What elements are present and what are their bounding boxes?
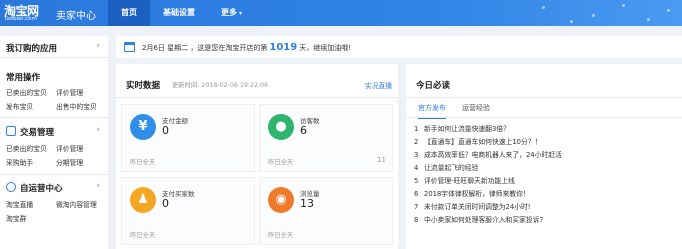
nav-basic-settings[interactable]: 基础设置 — [150, 0, 208, 26]
logo-subtext: Taobao.com — [4, 16, 37, 22]
news-item[interactable]: 2 【直通车】直通车如何快速上10分？！ — [414, 136, 676, 149]
sidebar-divider — [0, 117, 108, 118]
chevron-right-icon[interactable]: › — [96, 125, 100, 135]
buyer-icon: ♟ — [130, 187, 156, 213]
live-broadcast-link[interactable]: 实况直播 — [365, 80, 392, 90]
news-number: 8 — [414, 216, 419, 224]
today-must-read-panel: 今日必读 官方发布 运营经验 1 新手如何让流量快速翻3倍？ 2 【直通车】直通车如… — [406, 64, 682, 249]
sidebar-link-installment[interactable]: 分期管理 — [56, 157, 83, 167]
metric-yesterday-value: 11 — [377, 156, 386, 164]
news-item[interactable]: 1 新手如何让流量快速翻3倍？ — [414, 123, 676, 136]
sidebar-link-on-sale[interactable]: 出售中的宝贝 — [56, 101, 97, 111]
trade-icon — [6, 126, 16, 136]
metric-yesterday-label: 昨日全天 — [130, 159, 156, 166]
shop-days-count: 1019 — [269, 42, 298, 53]
metric-card-buyers[interactable]: ♟ 支付买家数 0 昨日全天 — [121, 177, 255, 245]
nav-basic-settings-label: 基础设置 — [163, 8, 195, 17]
main-nav: 首页 基础设置 更多 ▾ — [108, 0, 255, 26]
news-title: 让流量起飞的经验 — [424, 164, 479, 172]
metric-value: 0 — [162, 124, 169, 137]
metric-card-pageviews[interactable]: ◉ 浏览量 13 昨日全天 — [259, 177, 393, 245]
metric-yesterday-label: 昨日全天 — [130, 232, 156, 239]
metric-yesterday-label: 昨日全天 — [268, 159, 294, 166]
taobao-logo[interactable]: 淘宝网 Taobao.com — [4, 2, 50, 24]
eye-icon: ◉ — [268, 187, 294, 213]
news-item[interactable]: 3 成本高效率低？电商机器人来了，24小时赶活 — [414, 149, 676, 162]
sidebar-link-group[interactable]: 淘宝群 — [6, 213, 26, 223]
visitors-icon: ● — [268, 114, 294, 140]
sidebar-section-trade: 交易管理 — [20, 128, 55, 138]
metric-value: 6 — [300, 124, 307, 137]
metric-card-payment[interactable]: ¥ 支付金额 0 昨日全天 — [121, 104, 255, 172]
chevron-down-icon: ▾ — [239, 10, 243, 17]
news-title: 2018宇体律权解析，律师来教你！ — [424, 190, 530, 198]
sidebar-header: 我订购的应用 › — [0, 36, 108, 58]
news-list: 1 新手如何让流量快速翻3倍？ 2 【直通车】直通车如何快速上10分？！ 3 成本高效… — [414, 123, 676, 227]
news-title: 成本高效率低？电商机器人来了，24小时赶活 — [424, 151, 562, 159]
sidebar-link-purchase-helper[interactable]: 采购助手 — [6, 157, 33, 167]
header-decoration — [482, 0, 682, 26]
notice-text: 2月6日 星期二 ，这是您在淘宝开店的第 1019 天，继续加油哦! — [142, 42, 351, 53]
sidebar-section-self-operation: 自运营中心 — [20, 184, 63, 194]
news-item[interactable]: 5 评价管理-旺旺聊天新功能上线 — [414, 175, 676, 188]
tabs-divider — [406, 117, 682, 118]
sidebar-section-common: 常用操作 — [6, 73, 41, 83]
news-title: 未付款订单关闭时间调整为24小时! — [424, 203, 531, 211]
panel-divider — [406, 97, 682, 98]
news-number: 3 — [414, 151, 419, 159]
news-number: 2 — [414, 138, 419, 146]
sidebar-divider — [0, 174, 108, 175]
chevron-right-icon[interactable]: › — [96, 181, 100, 191]
notice-suffix: 天，继续加油哦! — [299, 44, 352, 52]
news-title: 新手如何让流量快速翻3倍？ — [424, 125, 510, 133]
calendar-icon — [124, 42, 135, 52]
sidebar-link-publish[interactable]: 发布宝贝 — [6, 101, 33, 111]
news-title: 中小卖家如何处理客服介入和买家投诉? — [424, 216, 544, 224]
sidebar-link-reviews-2[interactable]: 评价管理 — [56, 143, 83, 153]
news-item[interactable]: 7 未付款订单关闭时间调整为24小时! — [414, 201, 676, 214]
metric-value: 13 — [300, 197, 314, 210]
realtime-title: 实时数据 — [126, 81, 161, 91]
chat-icon — [6, 182, 16, 192]
top-bar: 淘宝网 Taobao.com 卖家中心 首页 基础设置 更多 ▾ — [0, 0, 682, 26]
notice-bar: 2月6日 星期二 ，这是您在淘宝开店的第 1019 天，继续加油哦! — [116, 36, 682, 58]
news-title: 评价管理-旺旺聊天新功能上线 — [424, 177, 515, 185]
news-number: 6 — [414, 190, 419, 198]
yen-icon: ¥ — [130, 114, 156, 140]
news-item[interactable]: 6 2018宇体律权解析，律师来教你！ — [414, 188, 676, 201]
nav-home-label: 首页 — [121, 8, 137, 17]
sidebar-link-reviews[interactable]: 评价管理 — [56, 87, 83, 97]
sidebar-title: 我订购的应用 — [6, 44, 58, 54]
sidebar-link-sold[interactable]: 已卖出的宝贝 — [6, 87, 47, 97]
news-number: 7 — [414, 203, 419, 211]
news-item[interactable]: 8 中小卖家如何处理客服介入和买家投诉? — [414, 214, 676, 227]
today-title: 今日必读 — [416, 81, 451, 91]
metric-yesterday-label: 昨日全天 — [268, 232, 294, 239]
news-number: 4 — [414, 164, 419, 172]
metric-card-visitors[interactable]: ● 访客数 6 昨日全天 11 — [259, 104, 393, 172]
sidebar-link-live[interactable]: 淘宝直播 — [6, 199, 33, 209]
nav-more-label: 更多 — [221, 8, 237, 17]
sidebar-link-weitao[interactable]: 微淘内容管理 — [56, 199, 97, 209]
metric-value: 0 — [162, 197, 169, 210]
notice-prefix: 2月6日 星期二 ，这是您在淘宝开店的第 — [142, 44, 268, 52]
news-number: 5 — [414, 177, 419, 185]
panel-divider — [116, 97, 398, 98]
app-title: 卖家中心 — [56, 11, 96, 22]
news-item[interactable]: 4 让流量起飞的经验 — [414, 162, 676, 175]
news-title: 【直通车】直通车如何快速上10分？！ — [424, 138, 542, 146]
news-number: 1 — [414, 125, 419, 133]
tab-operation-experience[interactable]: 运营经验 — [462, 103, 490, 117]
nav-home[interactable]: 首页 — [108, 0, 150, 26]
sidebar-link-sold-2[interactable]: 已卖出的宝贝 — [6, 143, 47, 153]
nav-more[interactable]: 更多 ▾ — [208, 0, 255, 26]
realtime-panel: 实时数据 更新时间: 2018-02-06 19:22:06 实况直播 ¥ 支付… — [116, 64, 398, 249]
realtime-updated-time: 更新时间: 2018-02-06 19:22:06 — [172, 82, 269, 89]
chevron-right-icon[interactable]: › — [96, 41, 100, 51]
sidebar: 我订购的应用 › 常用操作 已卖出的宝贝 评价管理 发布宝贝 出售中的宝贝 交易… — [0, 36, 108, 249]
